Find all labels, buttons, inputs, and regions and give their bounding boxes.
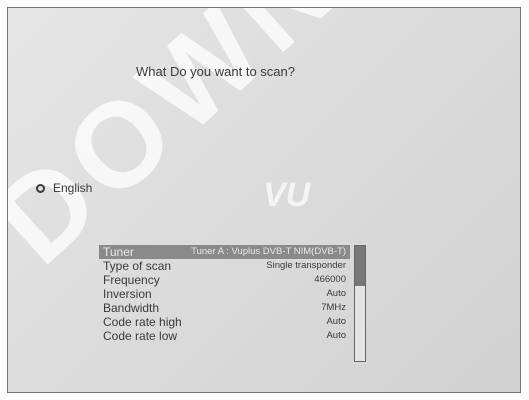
radio-icon[interactable] xyxy=(36,183,45,193)
setting-row-code-rate-low[interactable]: Code rate low Auto xyxy=(99,329,350,343)
setting-label: Inversion xyxy=(103,287,152,301)
scan-question: What Do you want to scan? xyxy=(136,64,295,79)
setting-value: Single transponder xyxy=(266,260,346,271)
setting-label: Type of scan xyxy=(103,259,172,273)
setting-label: Bandwidth xyxy=(103,301,160,315)
setting-row-code-rate-high[interactable]: Code rate high Auto xyxy=(99,315,350,329)
setting-label: Tuner xyxy=(103,245,134,259)
vu-logo: VU xyxy=(263,176,311,214)
language-label: English xyxy=(53,181,93,195)
setting-label: Code rate high xyxy=(103,315,182,329)
scan-settings-list: Tuner Tuner A : Vuplus DVB-T NIM(DVB-T) … xyxy=(99,245,350,343)
setting-value: 466000 xyxy=(314,274,346,285)
setting-row-frequency[interactable]: Frequency 466000 xyxy=(99,273,350,287)
language-option[interactable]: English xyxy=(36,181,92,195)
scan-screen: DOWNLOAD VU What Do you want to scan? En… xyxy=(7,7,521,393)
setting-row-type-of-scan[interactable]: Type of scan Single transponder xyxy=(99,259,350,273)
setting-row-bandwidth[interactable]: Bandwidth 7MHz xyxy=(99,301,350,315)
setting-value: 7MHz xyxy=(321,302,346,313)
setting-label: Code rate low xyxy=(103,329,178,343)
scrollbar-thumb[interactable] xyxy=(355,246,365,287)
setting-row-inversion[interactable]: Inversion Auto xyxy=(99,287,350,301)
setting-value: Auto xyxy=(326,316,346,327)
setting-value: Tuner A : Vuplus DVB-T NIM(DVB-T) xyxy=(191,246,346,257)
setting-value: Auto xyxy=(326,330,346,341)
setting-row-tuner[interactable]: Tuner Tuner A : Vuplus DVB-T NIM(DVB-T) xyxy=(99,245,350,259)
setting-label: Frequency xyxy=(103,273,160,287)
settings-scrollbar[interactable] xyxy=(354,245,366,362)
setting-value: Auto xyxy=(326,288,346,299)
